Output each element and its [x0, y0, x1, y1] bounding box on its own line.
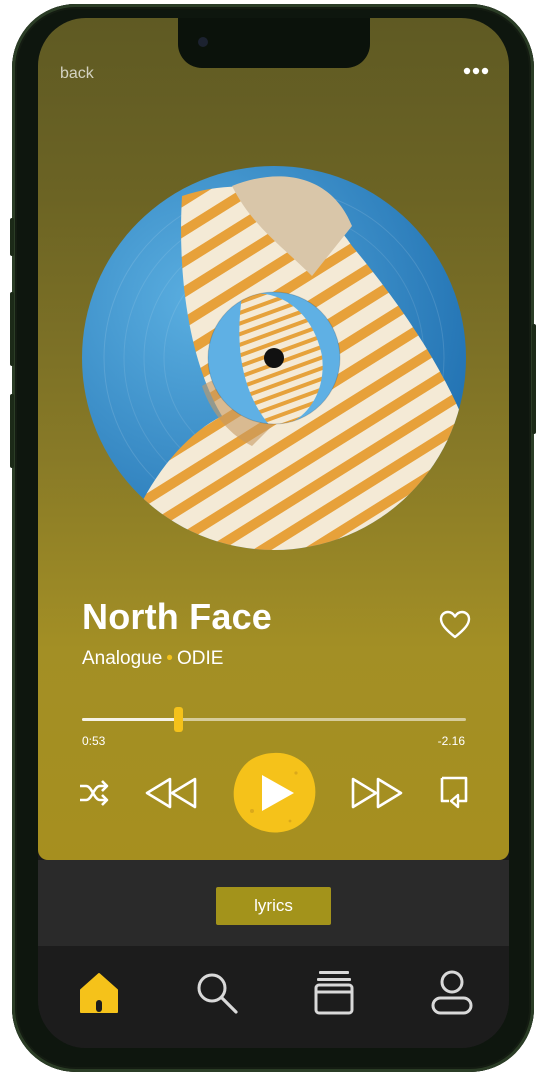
track-subtitle: Analogue • ODIE [82, 648, 223, 670]
notch [178, 18, 370, 68]
lyrics-bar: lyrics [38, 860, 509, 946]
heart-outline-icon[interactable] [438, 608, 472, 642]
lyrics-button[interactable]: lyrics [216, 887, 331, 925]
rewind-icon[interactable] [144, 776, 198, 810]
back-button[interactable]: back [60, 65, 94, 83]
album-name[interactable]: Analogue [82, 648, 162, 669]
elapsed-time: 0:53 [82, 734, 106, 748]
play-button[interactable] [232, 751, 316, 835]
profile-icon[interactable] [428, 968, 476, 1016]
side-button-mute [10, 218, 14, 256]
artist-name[interactable]: ODIE [177, 648, 223, 669]
home-icon[interactable] [75, 968, 123, 1016]
subtitle-separator: • [166, 648, 173, 669]
queue-icon[interactable] [438, 775, 470, 811]
remaining-time: -2.16 [437, 734, 465, 748]
screen: back North Face Analogue • ODIE 0:53 -2.… [38, 18, 509, 1048]
side-button-volume-down [10, 394, 14, 468]
fast-forward-icon[interactable] [350, 776, 404, 810]
progress-bar[interactable] [82, 707, 466, 732]
track-title: North Face [82, 596, 273, 637]
player-panel: back North Face Analogue • ODIE 0:53 -2.… [38, 18, 509, 860]
search-icon[interactable] [192, 968, 240, 1016]
side-button-power [532, 324, 536, 434]
album-vinyl-artwork [82, 166, 466, 550]
tab-bar [38, 946, 509, 1048]
front-camera [198, 37, 208, 47]
library-icon[interactable] [310, 968, 358, 1016]
more-dots-icon[interactable] [462, 62, 490, 80]
progress-fill [82, 718, 178, 721]
shuffle-icon[interactable] [78, 778, 110, 808]
progress-thumb[interactable] [174, 707, 183, 732]
side-button-volume-up [10, 292, 14, 366]
